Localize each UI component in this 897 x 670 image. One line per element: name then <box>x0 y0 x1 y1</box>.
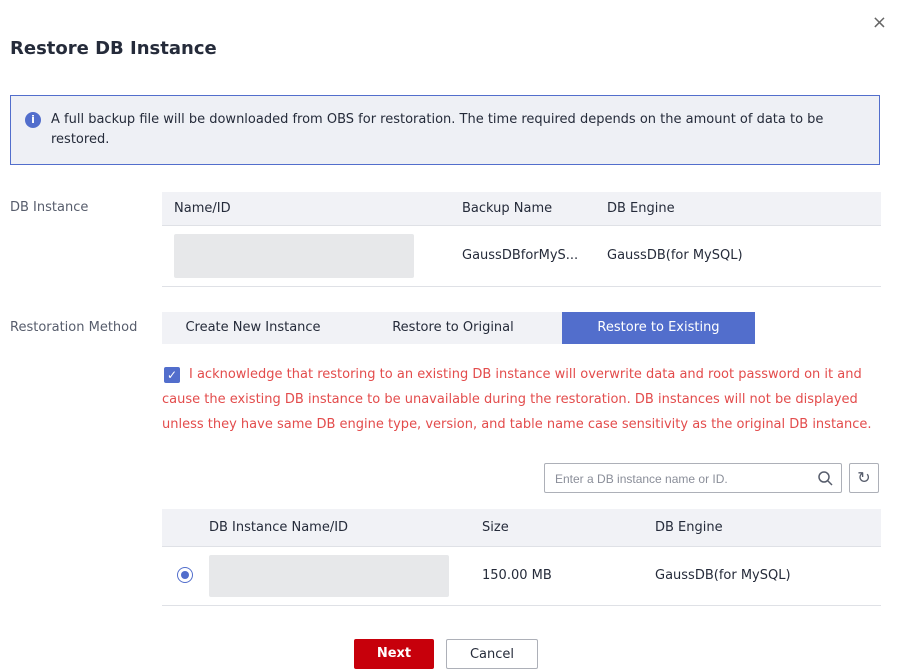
restoration-method-label: Restoration Method <box>10 320 138 335</box>
column-size: Size <box>482 520 509 535</box>
db-instance-table-header: Name/ID Backup Name DB Engine <box>162 192 881 226</box>
info-icon: i <box>25 112 41 128</box>
option-create-new-instance[interactable]: Create New Instance <box>162 312 344 344</box>
option-restore-to-original[interactable]: Restore to Original <box>344 312 562 344</box>
column-db-engine: DB Engine <box>655 520 723 535</box>
search-box <box>544 463 842 493</box>
acknowledge-text: I acknowledge that restoring to an exist… <box>162 367 872 432</box>
redacted-instance-name-id <box>209 555 449 597</box>
column-backup-name: Backup Name <box>462 201 553 216</box>
backup-name-cell: GaussDBforMyS... <box>462 248 579 263</box>
next-button[interactable]: Next <box>354 639 434 669</box>
search-input[interactable] <box>553 468 807 490</box>
target-table-header: DB Instance Name/ID Size DB Engine <box>162 509 881 547</box>
info-text: A full backup file will be downloaded fr… <box>51 112 824 147</box>
info-banner: i A full backup file will be downloaded … <box>10 95 880 165</box>
column-name-id: Name/ID <box>174 201 231 216</box>
column-db-engine: DB Engine <box>607 201 675 216</box>
cancel-button[interactable]: Cancel <box>446 639 538 669</box>
restoration-method-selector: Create New Instance Restore to Original … <box>162 312 755 344</box>
redacted-name-id <box>174 234 414 278</box>
db-engine-cell: GaussDB(for MySQL) <box>607 248 743 263</box>
search-icon[interactable] <box>817 470 833 490</box>
close-icon[interactable]: × <box>872 12 887 33</box>
size-cell: 150.00 MB <box>482 568 552 583</box>
option-restore-to-existing[interactable]: Restore to Existing <box>562 312 755 344</box>
db-instance-label: DB Instance <box>10 200 89 215</box>
row-radio-button[interactable] <box>177 567 193 583</box>
refresh-icon[interactable]: ↻ <box>849 463 879 493</box>
table-row[interactable]: 150.00 MB GaussDB(for MySQL) <box>162 547 881 606</box>
dialog-title: Restore DB Instance <box>10 38 217 59</box>
column-db-instance-name-id: DB Instance Name/ID <box>209 520 349 535</box>
db-instance-row: GaussDBforMyS... GaussDB(for MySQL) <box>162 226 881 287</box>
db-engine-cell: GaussDB(for MySQL) <box>655 568 791 583</box>
